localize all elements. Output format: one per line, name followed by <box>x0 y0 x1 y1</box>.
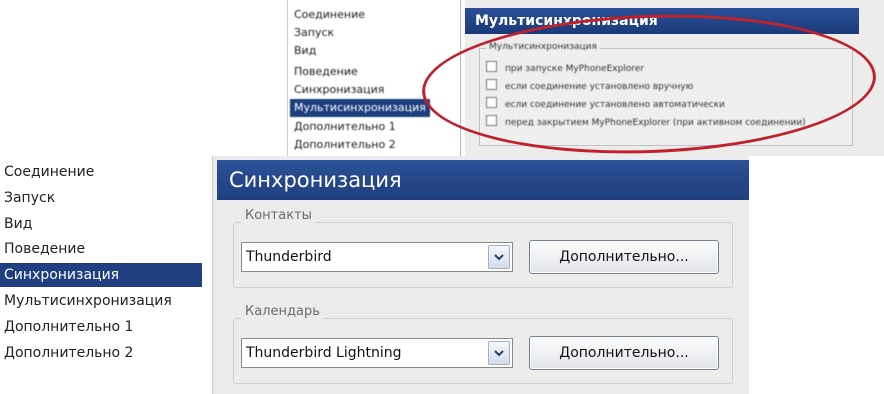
back-nav-item-sync[interactable]: Синхронизация <box>290 81 388 99</box>
back-option-label: при запуске MyPhoneExplorer <box>505 64 645 74</box>
settings-panel: Синхронизация Контакты Thunderbird Допол… <box>212 156 749 394</box>
options-window: Соединение Запуск Вид Поведение Синхрони… <box>0 156 749 394</box>
contacts-group: Контакты Thunderbird Дополнительно... <box>233 208 733 288</box>
calendar-advanced-button[interactable]: Дополнительно... <box>529 336 719 370</box>
nav-item-sync[interactable]: Синхронизация <box>0 263 202 287</box>
back-option-row[interactable]: если соединение установлено вручную <box>486 79 693 93</box>
back-option-label: если соединение установлено автоматическ… <box>505 100 725 110</box>
back-nav-item-advanced-2[interactable]: Дополнительно 2 <box>290 136 400 154</box>
contacts-advanced-button[interactable]: Дополнительно... <box>529 240 719 274</box>
back-panel-title: Мультисинхронизация <box>465 8 859 34</box>
nav-item-advanced-1[interactable]: Дополнительно 1 <box>0 315 202 339</box>
back-group-caption: Мультисинхронизация <box>486 42 600 52</box>
back-options-nav: Соединение Запуск Вид Поведение Синхрони… <box>288 0 461 156</box>
nav-item-connection[interactable]: Соединение <box>0 160 202 184</box>
back-multisync-group: Мультисинхронизация при запуске MyPhoneE… <box>479 42 853 146</box>
back-settings-panel: Мультисинхронизация Мультисинхронизация … <box>465 0 884 156</box>
back-option-label: перед закрытием MyPhoneExplorer (при акт… <box>505 118 806 128</box>
calendar-source-select[interactable]: Thunderbird Lightning <box>241 338 513 368</box>
checkbox[interactable] <box>486 61 497 72</box>
back-nav-item-multisync[interactable]: Мультисинхронизация <box>290 99 430 117</box>
back-options-window: Соединение Запуск Вид Поведение Синхрони… <box>287 0 884 156</box>
calendar-label: Календарь <box>241 304 324 319</box>
nav-item-startup[interactable]: Запуск <box>0 186 202 210</box>
contacts-label: Контакты <box>241 208 316 223</box>
calendar-group: Календарь Thunderbird Lightning Дополнит… <box>233 304 733 384</box>
nav-item-behavior[interactable]: Поведение <box>0 237 202 261</box>
panel-title: Синхронизация <box>217 160 749 200</box>
nav-item-multisync[interactable]: Мультисинхронизация <box>0 289 202 313</box>
checkbox[interactable] <box>486 115 497 126</box>
options-nav: Соединение Запуск Вид Поведение Синхрони… <box>0 156 206 394</box>
nav-item-advanced-2[interactable]: Дополнительно 2 <box>0 341 202 365</box>
chevron-down-icon[interactable] <box>488 341 510 365</box>
checkbox[interactable] <box>486 97 497 108</box>
contacts-source-select[interactable]: Thunderbird <box>241 242 513 272</box>
back-nav-item-connection[interactable]: Соединение <box>290 6 369 24</box>
back-nav-item-startup[interactable]: Запуск <box>290 24 338 42</box>
back-nav-item-advanced-1[interactable]: Дополнительно 1 <box>290 118 400 136</box>
back-option-row[interactable]: при запуске MyPhoneExplorer <box>486 61 644 75</box>
contacts-source-value: Thunderbird <box>246 249 332 265</box>
back-option-row[interactable]: перед закрытием MyPhoneExplorer (при акт… <box>486 115 806 129</box>
chevron-down-icon[interactable] <box>488 245 510 269</box>
back-nav-item-behavior[interactable]: Поведение <box>290 63 362 81</box>
back-option-row[interactable]: если соединение установлено автоматическ… <box>486 97 725 111</box>
back-nav-item-view[interactable]: Вид <box>290 42 320 60</box>
back-option-label: если соединение установлено вручную <box>505 82 694 92</box>
calendar-source-value: Thunderbird Lightning <box>246 345 402 361</box>
nav-item-view[interactable]: Вид <box>0 212 202 236</box>
checkbox[interactable] <box>486 79 497 90</box>
